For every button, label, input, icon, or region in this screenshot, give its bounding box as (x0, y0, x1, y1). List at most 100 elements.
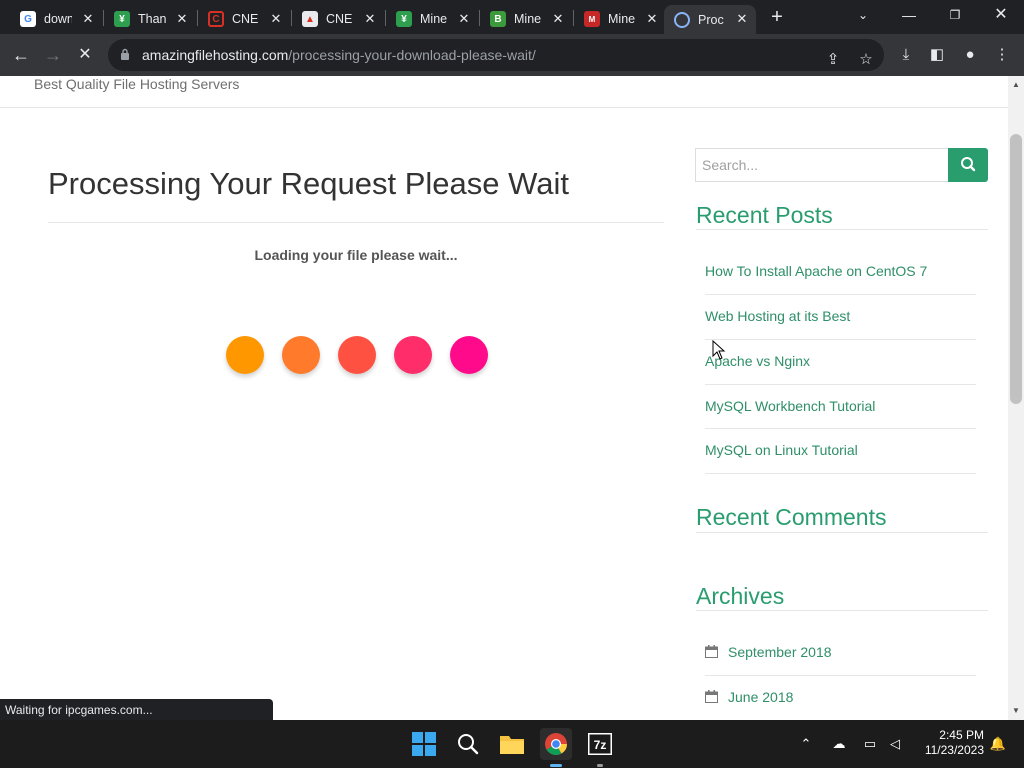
browser-tab[interactable]: ¥ Mine ✕ (386, 5, 478, 33)
close-tab-icon[interactable]: ✕ (174, 11, 190, 27)
loading-dot (394, 336, 432, 374)
share-icon[interactable]: ⇪ (824, 51, 842, 69)
header-divider (0, 107, 1008, 108)
volume-muted-icon[interactable]: ◁ (885, 734, 905, 754)
menu-icon[interactable]: ⋮ (992, 45, 1012, 65)
page-title: Processing Your Request Please Wait (48, 166, 569, 201)
download-icon[interactable]: ⤓ (896, 45, 916, 65)
post-divider (705, 473, 976, 474)
url-path: /processing-your-download-please-wait/ (288, 47, 536, 63)
archive-link[interactable]: June 2018 (728, 689, 793, 705)
new-tab-button[interactable]: + (766, 6, 788, 28)
restore-button[interactable]: ❐ (932, 0, 978, 30)
clock-time: 2:45 PM (939, 728, 984, 742)
clock-date: 11/23/2023 (924, 743, 984, 757)
network-icon[interactable]: ▭ (860, 734, 880, 754)
forward-button[interactable]: → (41, 43, 65, 67)
page-viewport: Best Quality File Hosting Servers Proces… (0, 76, 1008, 720)
site-tagline: Best Quality File Hosting Servers (34, 76, 240, 92)
chrome-taskbar-button[interactable] (540, 728, 572, 760)
browser-tab[interactable]: M Mine ✕ (574, 5, 666, 33)
green-download-icon: ¥ (114, 11, 130, 27)
scrollbar-thumb[interactable] (1010, 134, 1022, 404)
red-c-icon: C (208, 11, 224, 27)
tab-title: Mine (420, 12, 448, 26)
loading-globe-icon (674, 11, 690, 28)
close-tab-icon[interactable]: ✕ (268, 11, 284, 27)
image-icon: ▲ (302, 11, 318, 27)
windows-logo-icon (412, 732, 436, 756)
close-tab-icon[interactable]: ✕ (550, 11, 566, 27)
tab-title: Than (138, 12, 166, 26)
green-download-icon: ¥ (396, 11, 412, 27)
calendar-icon (705, 645, 718, 658)
search-button[interactable] (948, 148, 988, 182)
svg-text:7z: 7z (594, 738, 607, 752)
side-panel-icon[interactable]: ◧ (927, 45, 947, 65)
recent-post-link[interactable]: MySQL Workbench Tutorial (705, 398, 875, 414)
browser-toolbar: ← → ✕ amazingfilehosting.com/processing-… (0, 34, 1024, 76)
recent-post-link[interactable]: MySQL on Linux Tutorial (705, 442, 858, 458)
tab-title: down (44, 12, 72, 26)
status-bubble: Waiting for ipcgames.com... (0, 699, 273, 720)
post-divider (705, 428, 976, 429)
browser-tab[interactable]: C CNE ✕ (198, 5, 290, 33)
minimize-button[interactable]: — (886, 0, 932, 30)
red-logo-icon: M (584, 11, 600, 27)
recent-post-link[interactable]: Web Hosting at its Best (705, 308, 850, 324)
browser-tab[interactable]: ▲ CNE ✕ (292, 5, 384, 33)
search-icon (961, 157, 976, 172)
loading-dot (226, 336, 264, 374)
app-running-indicator (597, 764, 603, 767)
folder-icon (500, 736, 524, 754)
lock-icon[interactable] (120, 48, 130, 60)
close-tab-icon[interactable]: ✕ (456, 11, 472, 27)
file-explorer-button[interactable] (496, 728, 528, 760)
bookmark-star-icon[interactable]: ☆ (857, 51, 875, 69)
address-bar[interactable]: amazingfilehosting.com/processing-your-d… (108, 39, 884, 71)
7zip-icon: 7z (588, 733, 612, 755)
scroll-up-arrow[interactable]: ▲ (1008, 78, 1024, 92)
search-input[interactable] (695, 148, 949, 182)
profile-icon[interactable]: ● (960, 45, 980, 65)
widget-divider (696, 610, 988, 611)
url-domain: amazingfilehosting.com (142, 47, 289, 63)
post-divider (705, 294, 976, 295)
search-button[interactable] (452, 728, 484, 760)
tab-search-button[interactable]: ⌄ (840, 0, 886, 30)
green-b-icon: B (490, 11, 506, 27)
close-tab-icon[interactable]: ✕ (644, 11, 660, 27)
stop-loading-button[interactable]: ✕ (73, 43, 97, 67)
7zip-taskbar-button[interactable]: 7z (584, 728, 616, 760)
close-tab-icon[interactable]: ✕ (734, 11, 750, 27)
url-text[interactable]: amazingfilehosting.com/processing-your-d… (142, 47, 536, 63)
tab-strip: G down ✕ ¥ Than ✕ C CNE ✕ ▲ CNE ✕ ¥ Mine… (0, 0, 1024, 34)
title-divider (48, 222, 664, 223)
chrome-icon (545, 733, 567, 755)
close-tab-icon[interactable]: ✕ (80, 11, 96, 27)
browser-tab[interactable]: ¥ Than ✕ (104, 5, 196, 33)
widget-divider (696, 532, 988, 533)
archive-link[interactable]: September 2018 (728, 644, 832, 660)
browser-tab-active[interactable]: Proc ✕ (664, 5, 756, 34)
close-window-button[interactable]: ✕ (978, 0, 1024, 30)
loading-dot (338, 336, 376, 374)
scroll-down-arrow[interactable]: ▼ (1008, 704, 1024, 718)
start-button[interactable] (408, 728, 440, 760)
tab-title: Mine (514, 12, 542, 26)
taskbar: 7z ⌃ ☁ ▭ ◁ 2:45 PM 11/23/2023 🔔 (0, 720, 1024, 768)
browser-tab[interactable]: G down ✕ (10, 5, 102, 33)
tab-title: Proc (698, 12, 724, 27)
recent-post-link[interactable]: How To Install Apache on CentOS 7 (705, 263, 927, 279)
back-button[interactable]: ← (9, 43, 33, 67)
loading-dot (282, 336, 320, 374)
loading-dot (450, 336, 488, 374)
onedrive-icon[interactable]: ☁ (829, 734, 849, 754)
close-tab-icon[interactable]: ✕ (362, 11, 378, 27)
browser-tab[interactable]: B Mine ✕ (480, 5, 572, 33)
system-clock[interactable]: 2:45 PM 11/23/2023 (912, 728, 984, 758)
tab-title: CNE (232, 12, 259, 26)
notification-bell-icon[interactable]: 🔔 (988, 734, 1008, 754)
taskbar-search-icon (458, 734, 479, 755)
show-hidden-icons-button[interactable]: ⌃ (796, 734, 816, 754)
